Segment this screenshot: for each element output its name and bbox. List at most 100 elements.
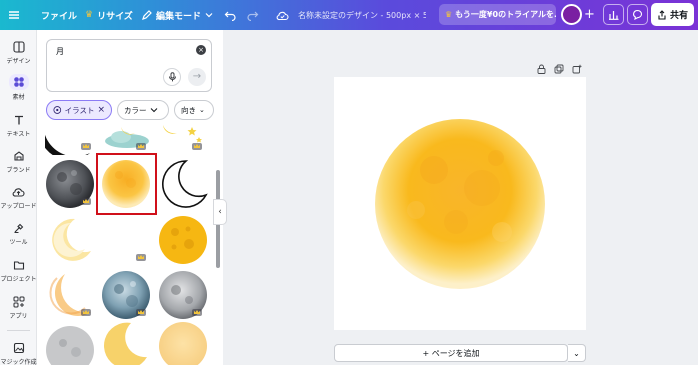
crown-icon: ♛ bbox=[445, 10, 453, 19]
crown-icon: ♛ bbox=[85, 10, 94, 20]
outline-crescent-moon-result[interactable] bbox=[158, 159, 208, 209]
rail-item-label: アップロード bbox=[0, 203, 37, 210]
design-page[interactable] bbox=[334, 77, 586, 330]
add-page-button[interactable]: + ページを追加 bbox=[334, 344, 568, 362]
rail-item-label: ブランド bbox=[6, 167, 31, 174]
top-toolbar: ファイル ♛ リサイズ 編集モード 名称未設定のデザイン - 500px × 5… bbox=[0, 0, 698, 30]
premium-crown-icon bbox=[81, 143, 91, 150]
trial-button[interactable]: ♛ もう一度¥0のトライアルを... bbox=[439, 4, 556, 25]
redo-button[interactable] bbox=[247, 0, 259, 30]
duplicate-page-icon[interactable] bbox=[554, 64, 564, 74]
elements-panel: 月 × → イラスト × カラー 向き ⌄ bbox=[37, 30, 223, 365]
rail-item-label: アプリ bbox=[9, 313, 28, 320]
page-toolbar bbox=[537, 64, 582, 74]
pale-crescent-moon-result[interactable] bbox=[45, 215, 95, 265]
premium-crown-icon bbox=[136, 309, 146, 316]
text-icon bbox=[12, 113, 26, 127]
canvas-moon-image[interactable] bbox=[374, 118, 546, 290]
illustration-icon bbox=[53, 106, 62, 114]
rail-item-label: マジック作成 bbox=[0, 359, 37, 365]
close-icon[interactable]: × bbox=[97, 105, 105, 115]
close-icon: × bbox=[198, 46, 204, 54]
rail-item-tools[interactable]: ツール bbox=[0, 221, 37, 246]
edit-mode-dropdown[interactable]: 編集モード bbox=[141, 0, 213, 30]
shapes-icon bbox=[8, 74, 29, 90]
peach-moon-result[interactable] bbox=[158, 321, 208, 365]
clear-search-button[interactable]: × bbox=[196, 45, 206, 55]
undo-icon bbox=[224, 11, 236, 21]
rail-item-label: プロジェクト bbox=[0, 276, 37, 283]
chevron-down-icon bbox=[150, 108, 157, 113]
menu-button[interactable] bbox=[8, 0, 20, 30]
premium-crown-icon bbox=[136, 254, 146, 261]
rail-item-apps[interactable]: アプリ bbox=[0, 295, 37, 320]
avatar[interactable] bbox=[561, 4, 582, 25]
collapse-panel-button[interactable]: ‹ bbox=[213, 199, 227, 225]
apps-grid-icon bbox=[12, 295, 26, 309]
rail-item-label: ツール bbox=[9, 239, 28, 246]
resize-label: リサイズ bbox=[97, 11, 133, 22]
undo-button[interactable] bbox=[224, 0, 236, 30]
black-crescent-moon-result[interactable] bbox=[45, 125, 95, 155]
premium-crown-icon bbox=[192, 309, 202, 316]
filter-chip-orientation[interactable]: 向き ⌄ bbox=[174, 100, 214, 120]
file-menu-label: ファイル bbox=[41, 11, 78, 22]
yellow-cratered-moon-result[interactable] bbox=[158, 215, 208, 265]
hamburger-icon bbox=[9, 11, 19, 19]
rail-item-uploads[interactable]: アップロード bbox=[0, 185, 37, 210]
rail-item-elements[interactable]: 素材 bbox=[0, 74, 37, 101]
magic-image-icon bbox=[12, 341, 26, 355]
lock-icon[interactable] bbox=[537, 64, 546, 74]
yellow-full-moon-result[interactable] bbox=[101, 159, 151, 209]
star-moon-result[interactable] bbox=[159, 125, 209, 155]
chevron-left-icon: ‹ bbox=[218, 207, 222, 217]
document-title[interactable]: 名称未設定のデザイン - 500px × 5... bbox=[298, 0, 426, 30]
premium-crown-icon bbox=[136, 143, 146, 150]
premium-crown-icon bbox=[81, 198, 91, 205]
comments-button[interactable] bbox=[627, 4, 648, 25]
premium-crown-icon bbox=[192, 143, 202, 150]
filter-chip-label: 向き bbox=[181, 105, 196, 115]
left-nav-rail: デザイン 素材 テキスト ブランド アップロード ツール プロジェクト アプリ … bbox=[0, 30, 37, 365]
add-collaborator-button[interactable]: + bbox=[583, 6, 596, 23]
bar-chart-icon bbox=[609, 11, 619, 20]
filter-chip-label: カラー bbox=[124, 105, 147, 115]
rail-item-magic-create[interactable]: マジック作成 bbox=[0, 341, 37, 365]
filter-chip-label: イラスト bbox=[64, 105, 95, 115]
filter-chip-illustration[interactable]: イラスト × bbox=[46, 100, 112, 120]
rail-divider bbox=[7, 330, 30, 331]
insights-button[interactable] bbox=[603, 4, 624, 25]
add-page-icon[interactable] bbox=[572, 64, 582, 74]
pencil-icon bbox=[142, 9, 152, 20]
add-page-options-button[interactable]: ⌄ bbox=[568, 344, 586, 362]
rail-item-label: テキスト bbox=[6, 131, 31, 138]
chevron-down-icon bbox=[205, 13, 213, 18]
comment-icon bbox=[633, 9, 643, 20]
search-input[interactable]: 月 bbox=[56, 46, 64, 57]
rail-item-text[interactable]: テキスト bbox=[0, 113, 37, 138]
golden-crescent-moon-result[interactable] bbox=[101, 321, 151, 365]
rail-item-label: 素材 bbox=[12, 94, 25, 101]
microphone-icon bbox=[168, 72, 176, 82]
cloud-moon-result[interactable] bbox=[103, 125, 153, 155]
rail-item-design[interactable]: デザイン bbox=[0, 40, 37, 65]
plus-icon: + bbox=[584, 7, 595, 22]
filter-chip-color[interactable]: カラー bbox=[117, 100, 169, 120]
layout-icon bbox=[12, 40, 26, 54]
rail-item-projects[interactable]: プロジェクト bbox=[0, 258, 37, 283]
share-label: 共有 bbox=[669, 11, 688, 21]
resize-button[interactable]: ♛ リサイズ bbox=[85, 0, 133, 30]
voice-search-button[interactable] bbox=[163, 68, 181, 86]
rail-item-brand[interactable]: ブランド bbox=[0, 149, 37, 174]
redo-icon bbox=[247, 11, 259, 21]
share-icon bbox=[658, 9, 666, 20]
cloud-save-status[interactable] bbox=[276, 0, 289, 30]
file-menu[interactable]: ファイル bbox=[41, 0, 77, 30]
search-field[interactable]: 月 × → bbox=[46, 39, 212, 92]
search-submit-button[interactable]: → bbox=[188, 68, 206, 86]
cloud-upload-icon bbox=[12, 185, 26, 199]
share-button[interactable]: 共有 bbox=[651, 3, 694, 26]
arrow-right-icon: → bbox=[192, 71, 202, 82]
light-gray-moon-result[interactable] bbox=[45, 325, 95, 365]
chevron-down-icon: ⌄ bbox=[199, 106, 205, 114]
